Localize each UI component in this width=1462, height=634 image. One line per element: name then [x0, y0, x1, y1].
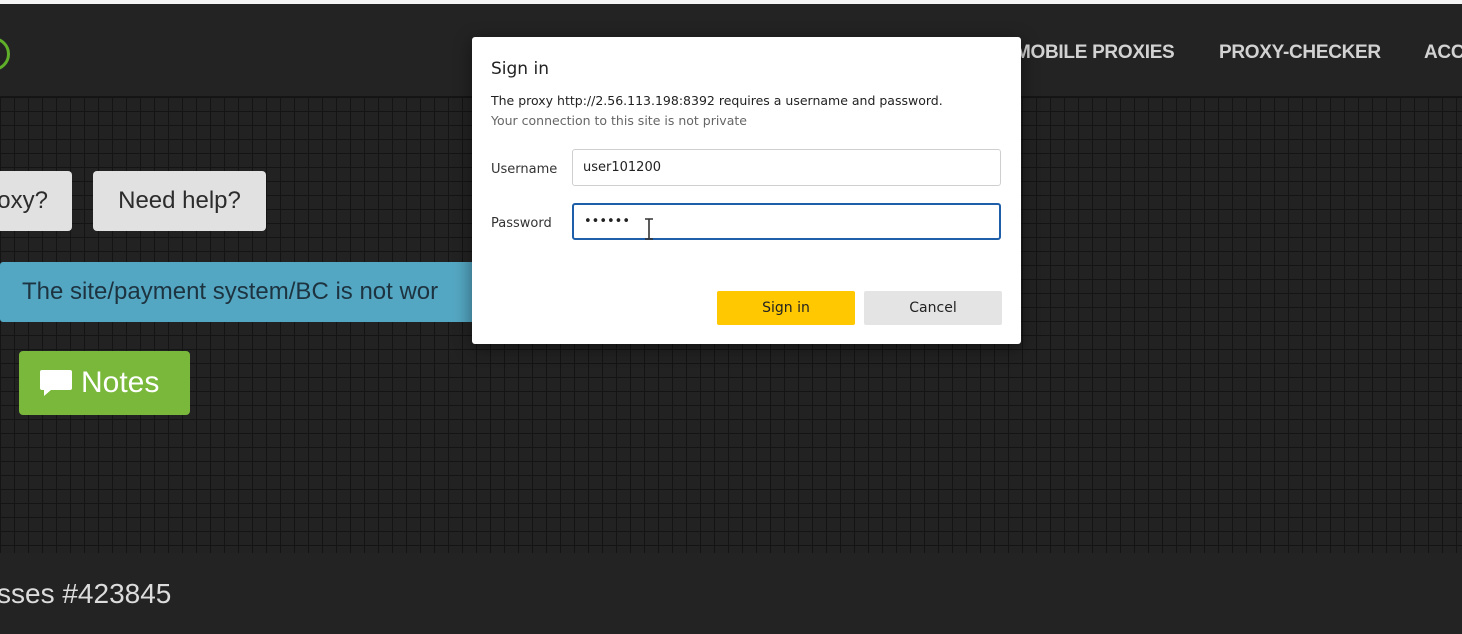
username-input[interactable]	[572, 149, 1001, 186]
proxy-signin-dialog: Sign in The proxy http://2.56.113.198:83…	[472, 37, 1021, 344]
logo-ring-icon[interactable]	[0, 37, 10, 71]
comment-icon	[40, 370, 72, 396]
what-is-proxy-button[interactable]: oxy?	[0, 171, 72, 231]
nav-link-account[interactable]: ACC	[1424, 42, 1462, 64]
dialog-title: Sign in	[491, 59, 549, 79]
notes-button[interactable]: Notes	[19, 351, 190, 415]
signin-button[interactable]: Sign in	[717, 291, 855, 325]
dialog-subtext: Your connection to this site is not priv…	[491, 113, 747, 128]
nav-link-mobile-proxies[interactable]: MOBILE PROXIES	[1015, 42, 1175, 64]
footer-band	[0, 553, 1462, 634]
username-label: Username	[491, 162, 558, 177]
password-input[interactable]	[572, 203, 1001, 240]
nav-link-proxy-checker[interactable]: PROXY-CHECKER	[1219, 42, 1381, 64]
cancel-button[interactable]: Cancel	[864, 291, 1002, 325]
password-label: Password	[491, 216, 552, 231]
dialog-message: The proxy http://2.56.113.198:8392 requi…	[491, 93, 943, 108]
need-help-button[interactable]: Need help?	[93, 171, 266, 231]
footer-heading: sses #423845	[0, 578, 172, 609]
info-banner[interactable]: The site/payment system/BC is not wor	[0, 262, 490, 322]
notes-label: Notes	[81, 366, 160, 399]
